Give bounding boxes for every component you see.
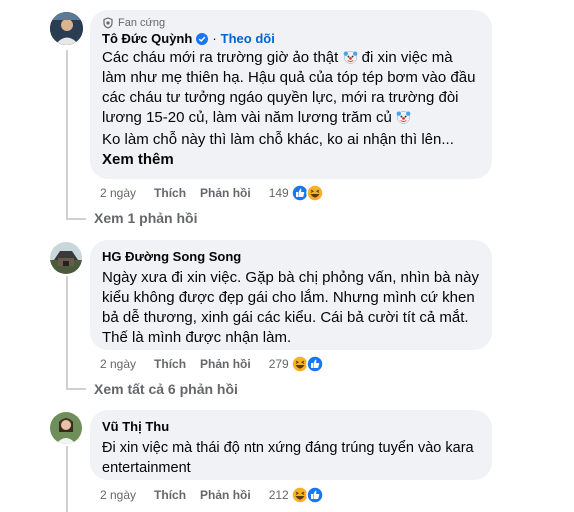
like-button[interactable]: Thích: [154, 186, 186, 200]
reaction-icons[interactable]: [290, 486, 325, 504]
view-replies-link[interactable]: Xem 1 phản hồi: [94, 210, 197, 226]
like-reaction-icon: [305, 355, 324, 373]
thread-line: [66, 388, 86, 390]
comment-actions: 2 ngày Thích Phản hồi 149: [100, 184, 325, 202]
comment-bubble: Vũ Thị Thu Đi xin việc mà thái độ ntn xứ…: [90, 410, 492, 480]
author-name[interactable]: Tô Đức Quỳnh: [102, 31, 192, 46]
fan-badge-label: Fan cứng: [118, 17, 166, 29]
comment-bubble: HG Đường Song Song Ngày xưa đi xin việc.…: [90, 240, 492, 350]
comment-text: Đi xin việc mà thái độ ntn xứng đáng trú…: [102, 440, 474, 476]
fan-badge: Fan cứng: [102, 17, 480, 29]
separator-dot: ·: [212, 31, 217, 46]
reaction-count[interactable]: 212: [269, 488, 289, 502]
avatar[interactable]: [50, 12, 83, 45]
follow-button[interactable]: Theo dõi: [221, 31, 275, 46]
like-button[interactable]: Thích: [154, 488, 186, 502]
timestamp[interactable]: 2 ngày: [100, 488, 136, 502]
reaction-count[interactable]: 279: [269, 357, 289, 371]
haha-reaction-icon: [290, 355, 309, 373]
like-reaction-icon: [290, 184, 309, 202]
reply-button[interactable]: Phản hồi: [200, 357, 251, 371]
haha-reaction-icon: [305, 184, 324, 202]
avatar-photo-icon: [50, 12, 83, 45]
like-button[interactable]: Thích: [154, 357, 186, 371]
avatar[interactable]: [50, 242, 82, 274]
comment-actions: 2 ngày Thích Phản hồi 212: [100, 486, 325, 504]
comment-actions: 2 ngày Thích Phản hồi 279: [100, 355, 325, 373]
comment-bubble: Fan cứng Tô Đức Quỳnh · Theo dõi Các chá…: [90, 10, 492, 179]
thread-line: [66, 446, 68, 512]
avatar-photo-icon: [50, 412, 82, 444]
reaction-icons[interactable]: [290, 184, 325, 202]
timestamp[interactable]: 2 ngày: [100, 186, 136, 200]
comment-text-part: Các cháu mới ra trường giờ ảo thật: [102, 49, 339, 66]
thread-line: [66, 50, 68, 220]
fan-badge-icon: [103, 17, 113, 29]
timestamp[interactable]: 2 ngày: [100, 357, 136, 371]
comment-text-line: Ko làm chỗ này thì làm chỗ khác, ko ai n…: [102, 131, 454, 148]
thread-line: [66, 276, 68, 390]
thread-line: [66, 218, 86, 220]
avatar[interactable]: [50, 412, 82, 444]
reaction-count[interactable]: 149: [269, 186, 289, 200]
reply-button[interactable]: Phản hồi: [200, 186, 251, 200]
haha-reaction-icon: [290, 486, 309, 504]
clown-emoji-icon: [396, 111, 411, 124]
like-reaction-icon: [305, 486, 324, 504]
author-row: Tô Đức Quỳnh · Theo dõi: [102, 31, 480, 46]
reaction-icons[interactable]: [290, 355, 325, 373]
comment-text: Các cháu mới ra trường giờ ảo thật đi xi…: [102, 48, 480, 128]
clown-emoji-icon: [343, 51, 357, 64]
see-more-button[interactable]: Xem thêm: [102, 150, 480, 170]
author-name[interactable]: HG Đường Song Song: [102, 248, 480, 266]
verified-icon: [196, 32, 209, 45]
comment-text: Ngày xưa đi xin việc. Gặp bà chị phỏng v…: [102, 269, 479, 346]
author-name[interactable]: Vũ Thị Thu: [102, 418, 480, 436]
reply-button[interactable]: Phản hồi: [200, 488, 251, 502]
avatar-photo-icon: [50, 242, 82, 274]
view-replies-link[interactable]: Xem tất cả 6 phản hồi: [94, 381, 238, 397]
